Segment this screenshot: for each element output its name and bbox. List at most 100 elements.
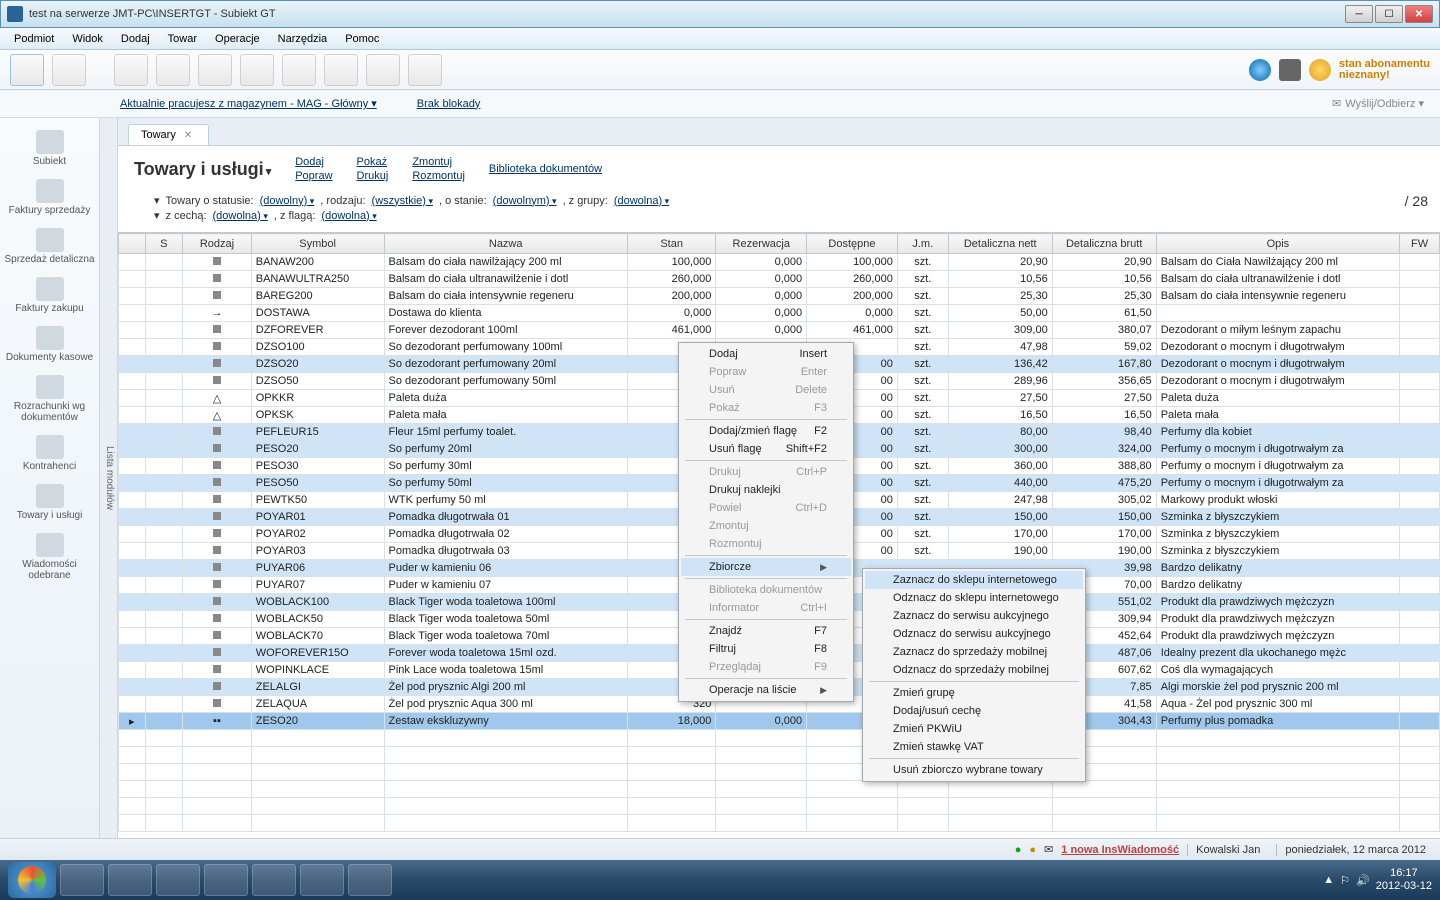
col-nazwa[interactable]: Nazwa [384,234,627,254]
maximize-button[interactable]: ☐ [1375,5,1403,23]
menu-item[interactable]: Zbiorcze▶ [681,558,851,576]
sidebar-item[interactable]: Towary i usługi [2,478,97,527]
filter-stan[interactable]: (dowolnym) [493,195,557,207]
filter-rodzaj[interactable]: (wszystkie) [372,195,433,207]
module-list-handle[interactable]: Lista modułów [100,118,118,838]
taskbar[interactable]: ▲ ⚐ 🔊 16:172012-03-12 [0,860,1440,900]
menu-widok[interactable]: Widok [64,30,111,48]
sidebar-item[interactable]: Faktury sprzedaży [2,173,97,222]
action-rozmontuj[interactable]: Rozmontuj [412,170,465,182]
taskbar-chrome-icon[interactable] [60,864,104,896]
sidebar-item[interactable]: Dokumenty kasowe [2,320,97,369]
warehouse-link[interactable]: Aktualnie pracujesz z magazynem - MAG - … [120,97,377,110]
send-receive-button[interactable]: ✉ Wyślij/Odbierz ▾ [1332,97,1424,110]
table-row[interactable]: ▸▪▪ZESO20Zestaw ekskluzywny18,0000,00018… [119,713,1440,730]
tray-flag-icon[interactable]: ⚐ [1340,874,1350,887]
menu-towar[interactable]: Towar [160,30,205,48]
menu-item[interactable]: Zaznacz do sklepu internetowego [865,571,1083,589]
menu-item[interactable]: ZnajdźF7 [681,622,851,640]
menu-item[interactable]: Operacje na liście▶ [681,681,851,699]
minimize-button[interactable]: ─ [1345,5,1373,23]
menu-item[interactable]: Odznacz do serwisu aukcyjnego [865,625,1083,643]
taskbar-app-icon[interactable] [204,864,248,896]
shield-icon[interactable] [1309,59,1331,81]
menu-podmiot[interactable]: Podmiot [6,30,62,48]
toolbar-button[interactable] [324,54,358,86]
col-fw[interactable]: FW [1400,234,1440,254]
sidebar-item[interactable]: Faktury zakupu [2,271,97,320]
table-row[interactable]: BANAW200Balsam do ciała nawilżający 200 … [119,254,1440,271]
col-rez[interactable]: Rezerwacja [716,234,807,254]
action-drukuj[interactable]: Drukuj [357,170,389,182]
table-row[interactable]: →DOSTAWADostawa do klienta0,0000,0000,00… [119,305,1440,322]
col-rodzaj[interactable]: Rodzaj [183,234,252,254]
toolbar-button[interactable] [366,54,400,86]
filter-cecha[interactable]: (dowolna) [213,210,268,222]
col-opis[interactable]: Opis [1156,234,1399,254]
action-biblio[interactable]: Biblioteka dokumentów [489,163,602,175]
toolbar-button[interactable] [408,54,442,86]
menu-item[interactable]: Zmień grupę [865,684,1083,702]
toolbar-button[interactable] [240,54,274,86]
tray-icon[interactable]: ▲ [1323,874,1334,886]
action-pokaz[interactable]: Pokaż [357,156,389,168]
sidebar-item[interactable]: Subiekt [2,124,97,173]
context-menu[interactable]: DodajInsertPoprawEnterUsuńDeletePokażF3D… [678,342,854,702]
col-s[interactable]: S [145,234,183,254]
menu-item[interactable]: DodajInsert [681,345,851,363]
taskbar-pdf-icon[interactable] [348,864,392,896]
toolbar-button[interactable] [156,54,190,86]
globe-icon[interactable] [1249,59,1271,81]
page-title[interactable]: Towary i usługi [134,159,271,180]
action-zmontuj[interactable]: Zmontuj [412,156,465,168]
menu-item[interactable]: Zaznacz do sprzedaży mobilnej [865,643,1083,661]
start-button[interactable] [8,862,56,898]
context-submenu[interactable]: Zaznacz do sklepu internetowegoOdznacz d… [862,568,1086,782]
menu-narzędzia[interactable]: Narzędzia [270,30,336,48]
table-row[interactable]: BAREG200Balsam do ciała intensywnie rege… [119,288,1440,305]
box-icon[interactable] [1279,59,1301,81]
tray-speaker-icon[interactable]: 🔊 [1356,874,1370,887]
menu-item[interactable]: Odznacz do sprzedaży mobilnej [865,661,1083,679]
col-blank[interactable] [119,234,146,254]
menu-item[interactable]: Dodaj/usuń cechę [865,702,1083,720]
menu-item[interactable]: FiltrujF8 [681,640,851,658]
action-dodaj[interactable]: Dodaj [295,156,332,168]
close-icon[interactable]: ✕ [184,130,192,141]
menu-item[interactable]: Usuń flagęShift+F2 [681,440,851,458]
taskbar-explorer-icon[interactable] [300,864,344,896]
sidebar-item[interactable]: Rozrachunki wg dokumentów [2,369,97,429]
col-symbol[interactable]: Symbol [251,234,384,254]
taskbar-app-icon[interactable] [156,864,200,896]
sidebar-item[interactable]: Sprzedaż detaliczna [2,222,97,271]
menu-item[interactable]: Zmień PKWiU [865,720,1083,738]
col-dost[interactable]: Dostępne [807,234,898,254]
menu-item[interactable]: Odznacz do sklepu internetowego [865,589,1083,607]
tab-towary[interactable]: Towary✕ [128,124,209,145]
toolbar-button[interactable] [52,54,86,86]
col-dn[interactable]: Detaliczna nett [948,234,1052,254]
toolbar-button[interactable] [114,54,148,86]
sidebar-item[interactable]: Kontrahenci [2,429,97,478]
menu-item[interactable]: Drukuj naklejki [681,481,851,499]
menu-operacje[interactable]: Operacje [207,30,268,48]
taskbar-app-icon[interactable] [252,864,296,896]
menu-item[interactable]: Zmień stawkę VAT [865,738,1083,756]
filter-status[interactable]: (dowolny) [260,195,315,207]
lock-link[interactable]: Brak blokady [417,98,481,110]
col-jm[interactable]: J.m. [897,234,948,254]
menu-dodaj[interactable]: Dodaj [113,30,158,48]
action-popraw[interactable]: Popraw [295,170,332,182]
tray-clock[interactable]: 16:172012-03-12 [1376,867,1432,893]
close-button[interactable]: ✕ [1405,5,1433,23]
taskbar-ie-icon[interactable] [108,864,152,896]
col-stan[interactable]: Stan [627,234,716,254]
menu-item[interactable]: Dodaj/zmień flagęF2 [681,422,851,440]
table-row[interactable]: BANAWULTRA250Balsam do ciała ultranawilż… [119,271,1440,288]
status-message[interactable]: 1 nowa InsWiadomość [1061,844,1179,856]
toolbar-button[interactable] [10,54,44,86]
sidebar-item[interactable]: Wiadomości odebrane [2,527,97,587]
col-db[interactable]: Detaliczna brutt [1052,234,1156,254]
toolbar-button[interactable] [282,54,316,86]
filter-grupa[interactable]: (dowolna) [614,195,669,207]
